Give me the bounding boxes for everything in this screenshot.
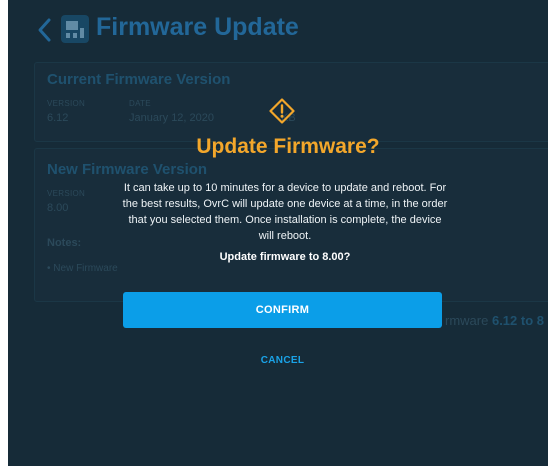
confirm-button[interactable]: CONFIRM <box>123 292 442 328</box>
cancel-button[interactable]: CANCEL <box>123 351 442 369</box>
dialog-title: Update Firmware? <box>196 135 380 158</box>
app-window: Firmware Update Current Firmware Version… <box>8 0 548 466</box>
update-firmware-dialog: Update Firmware? It can take up to 10 mi… <box>8 0 548 466</box>
warning-icon <box>269 98 295 124</box>
dialog-question: Update firmware to 8.00? <box>219 251 351 263</box>
dialog-message: It can take up to 10 minutes for a devic… <box>122 182 448 242</box>
